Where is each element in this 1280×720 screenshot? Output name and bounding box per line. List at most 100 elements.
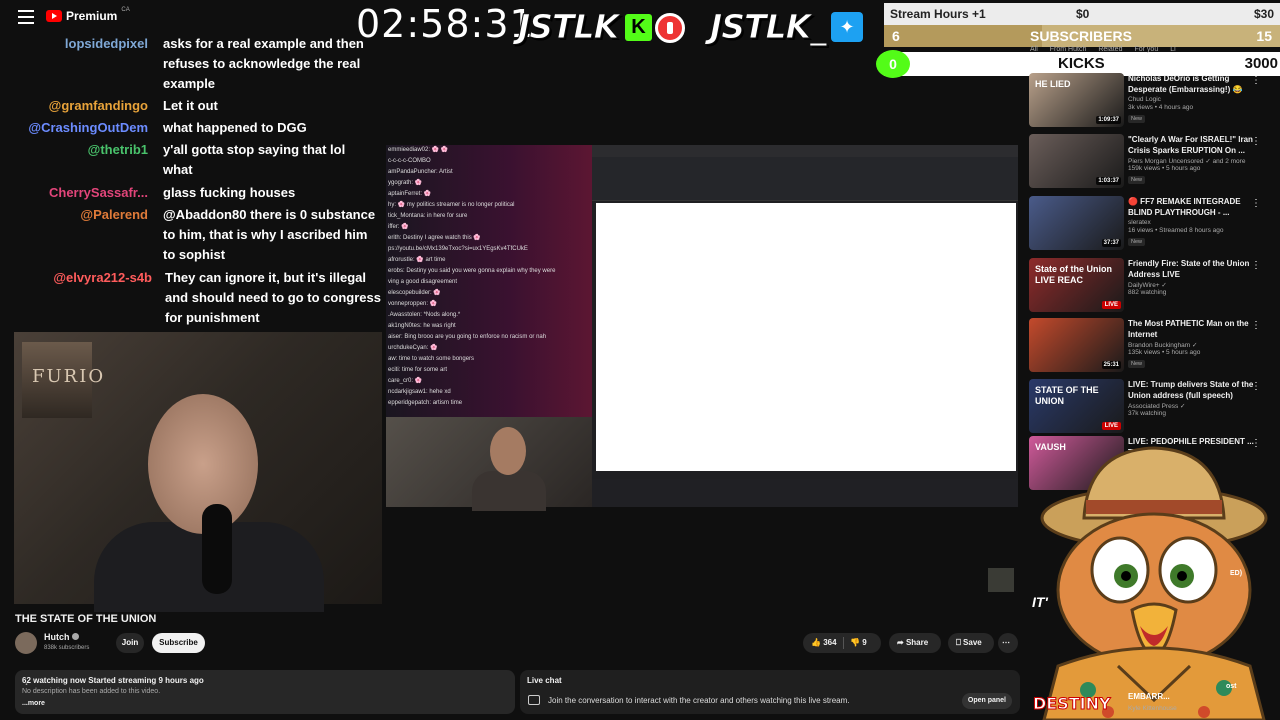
join-button[interactable]: Join [116,633,144,653]
subscribe-button[interactable]: Subscribe [152,633,205,653]
thumbs-down-icon[interactable]: 👎 [850,638,860,647]
chat-username: @CrashingOutDem [28,120,148,135]
video-title[interactable]: Friendly Fire: State of the Union Addres… [1128,258,1258,280]
brand-logo-right: JSTLK_ [710,7,828,47]
verified-icon [71,633,79,640]
duration-badge: 37:37 [1101,239,1121,247]
twitter-bird-icon: ✦ [831,12,863,42]
more-options-icon[interactable]: ⋮ [1251,75,1261,86]
brand-logo-left: JSTLK [517,7,619,47]
video-channel[interactable]: Associated Press ✓ [1128,402,1185,410]
description-more-link[interactable]: ...more [22,700,45,707]
suggested-video[interactable]: 25:31 The Most PATHETIC Man on the Intern… [1029,318,1271,374]
chat-text: Let it out [163,98,218,113]
video-title[interactable]: LIVE: Trump delivers State of the Union … [1128,379,1258,401]
share-button[interactable]: ➦ Share [889,633,941,653]
embedded-chat-line: iffer: 🌸 [388,224,409,230]
filter-chip[interactable]: All [1030,46,1038,53]
description-box[interactable]: 6̥2 watching now Started streaming 9 hou… [15,670,515,714]
sidebar-fragment-1: IT' [1032,594,1048,610]
microphone [202,504,232,594]
bird-mascot-overlay [1040,446,1268,720]
video-channel[interactable]: Piers Morgan Uncensored ✓ and 2 more [1128,157,1245,165]
video-channel[interactable]: DailyWire+ ✓ [1128,281,1167,289]
chat-bubble-icon [528,695,540,705]
embedded-chat-line: aw: time to watch some bongers [388,356,475,362]
video-thumbnail[interactable]: 37:37 [1029,196,1124,250]
embedded-chat-line: epperidgepatch: artism time [388,400,463,406]
like-dislike-group[interactable]: 👍 364 👎 9 [803,633,881,653]
chat-username: @Palerend [80,207,148,222]
paint-menu-bar [592,145,1018,157]
duration-badge: 1:09:37 [1096,116,1121,124]
video-channel[interactable]: Chud Logic [1128,96,1161,103]
thumbnail-text: STATE OF THE UNION [1035,385,1099,406]
thumbnail-text: State of the Union LIVE REAC [1035,264,1112,285]
suggested-video[interactable]: STATE OF THE UNION LIVE LIVE: Trump delive… [1029,379,1271,435]
video-title: THE STATE OF THE UNION [15,613,157,625]
stream-hours-goal: Stream Hours +1 $0 $30 [884,3,1280,25]
video-channel[interactable]: Brandon Buckingham ✓ [1128,341,1197,349]
video-title[interactable]: The Most PATHETIC Man on the Internet [1128,318,1258,340]
more-options-icon[interactable]: ⋮ [1251,198,1261,209]
filter-chip[interactable]: Li [1170,46,1175,53]
live-chat-header: Live chat [527,676,562,685]
video-title[interactable]: 🔴 FF7 REMAKE INTEGRADE BLIND PLAYTHROUGH… [1128,196,1258,218]
channel-avatar[interactable] [15,632,37,654]
video-title[interactable]: Nicholas DeOrio is Getting Desperate (Em… [1128,73,1258,95]
embedded-chat-line: c-c-c-c-COMBO [388,158,431,164]
duration-badge: 25:31 [1101,361,1121,369]
video-corner-thumbnail[interactable] [988,568,1014,592]
kicks-goal-label: KICKS [1058,55,1105,72]
youtube-premium-logo[interactable]: Premium CA [46,7,130,23]
chat-text: glass fucking houses [163,185,296,200]
suggested-video[interactable]: HE LIED 1:09:37 Nicholas DeOrio is Getting… [1029,73,1271,129]
windows-taskbar [592,479,1018,507]
stream-timer: 02:58:31 [356,2,535,46]
video-meta: 882 watching [1128,289,1167,296]
watching-status: 6̥2 watching now Started streaming 9 hou… [22,676,204,685]
video-thumbnail[interactable]: 1:03:37 [1029,134,1124,188]
chat-text: They can ignore it, but it's illegal and… [165,270,381,325]
hamburger-menu-icon[interactable] [18,10,34,24]
suggested-video[interactable]: State of the Union LIVE REAC LIVE Friendly… [1029,258,1271,314]
paint-toolbar [592,157,1018,201]
filter-chip[interactable]: For you [1134,46,1158,53]
more-options-icon[interactable]: ⋮ [1251,320,1261,331]
channel-name[interactable]: Hutch [44,632,79,642]
video-thumbnail[interactable]: State of the Union LIVE REAC LIVE [1029,258,1124,312]
new-badge: New [1128,360,1146,368]
save-button[interactable]: ⎕ Save [948,633,994,653]
live-chat-panel: Live chat Join the conversation to inter… [520,670,1020,714]
video-channel[interactable]: sleratex [1128,219,1151,226]
live-badge: LIVE [1101,301,1121,309]
open-panel-button[interactable]: Open panel [961,693,1012,709]
more-options-icon[interactable]: ⋮ [1251,136,1261,147]
more-options-icon[interactable]: ⋮ [1251,260,1261,271]
filter-chip[interactable]: From Hutch [1050,46,1087,53]
embedded-chat-line: erith: Destiny I agree watch this 🌸 [388,235,481,241]
embedded-chat-line: ak1ngN0tes: he was right [388,323,456,329]
suggested-video[interactable]: 37:37 🔴 FF7 REMAKE INTEGRADE BLIND PLAYTH… [1029,196,1271,252]
video-thumbnail[interactable]: 25:31 [1029,318,1124,372]
more-options-icon[interactable]: ⋮ [1251,381,1261,392]
thumbs-up-icon[interactable]: 👍 [811,638,821,647]
embedded-chat-line: elescopebuilder: 🌸 [388,290,441,296]
video-thumbnail[interactable]: STATE OF THE UNION LIVE [1029,379,1124,433]
subs-goal-current: 6 [892,28,900,44]
filter-chip[interactable]: Related [1098,46,1122,53]
hours-goal-current: $0 [1076,7,1090,21]
embedded-chat-line: emmieediaw02: 🌸 🌸 [388,147,449,153]
new-badge: New [1128,238,1146,246]
more-actions-button[interactable]: ⋯ [998,633,1018,653]
subs-goal-label: SUBSCRIBERS [1030,28,1132,44]
chat-username: @elvyra212-s4b [53,270,152,285]
video-thumbnail[interactable]: HE LIED 1:09:37 [1029,73,1124,127]
embedded-chat-line: eciti: time for some art [388,367,448,373]
poster-text: FURIO [32,366,106,387]
suggested-video[interactable]: 1:03:37 "Clearly A War For ISRAEL!" Iran … [1029,134,1271,190]
bookmark-icon: ⎕ [956,638,964,647]
kicks-goal-target: 3000 [1244,55,1278,72]
live-badge: LIVE [1101,422,1121,430]
video-title[interactable]: "Clearly A War For ISRAEL!" Iran Crisis … [1128,134,1258,156]
